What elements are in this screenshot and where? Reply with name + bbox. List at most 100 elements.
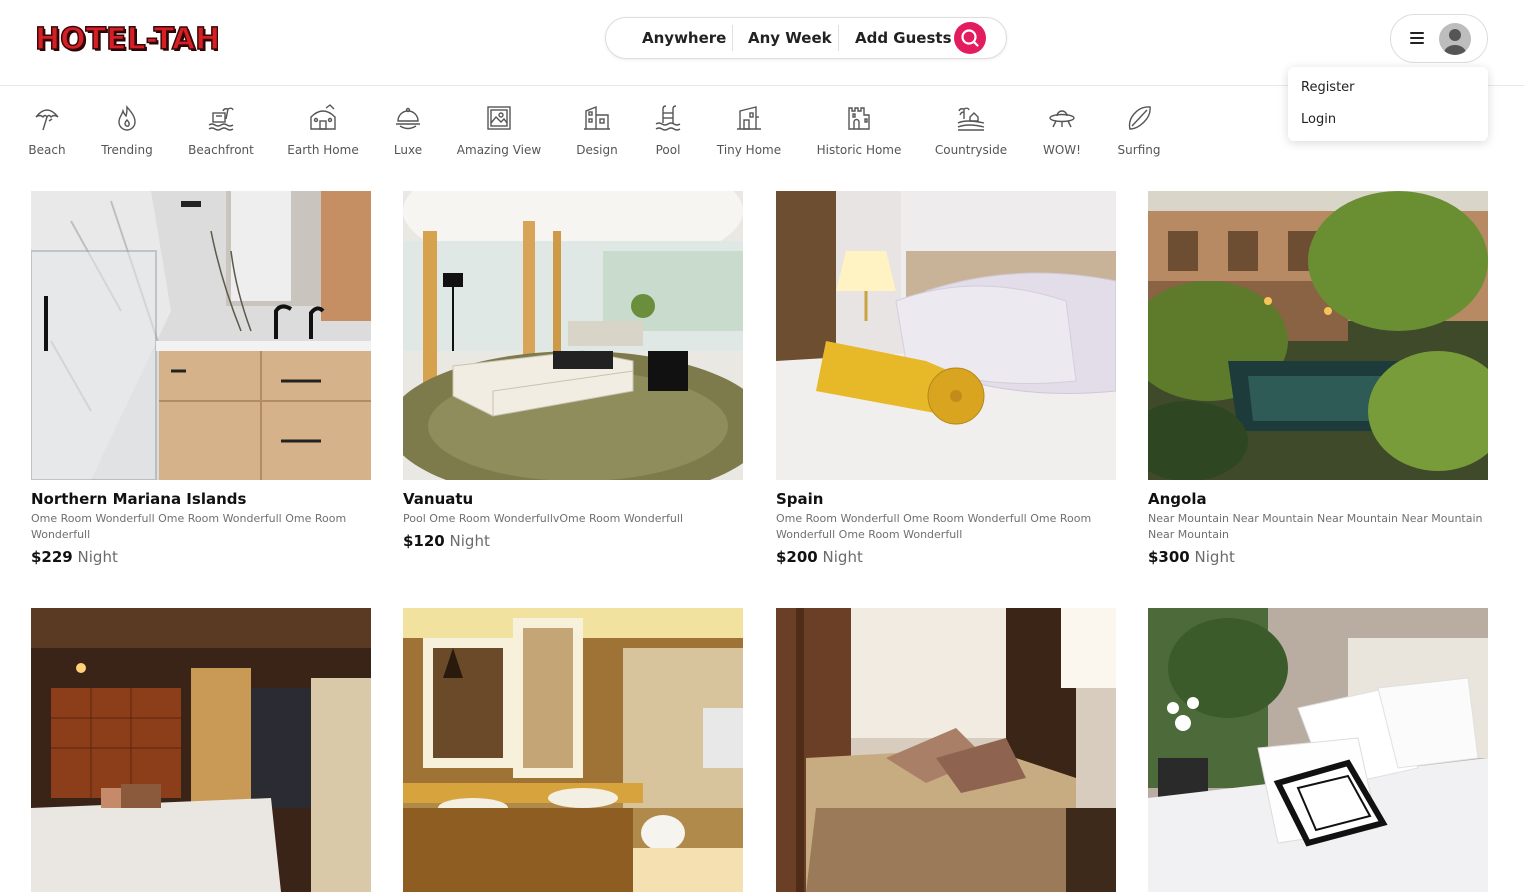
register-menu-item[interactable]: Register	[1301, 80, 1355, 95]
beachfront-icon	[208, 107, 234, 131]
listing-price: $229 Night	[31, 548, 371, 566]
price-unit: Night	[822, 548, 863, 566]
category-amazing-view[interactable]: Amazing View	[456, 103, 542, 163]
bedroom-pillow-photo	[776, 191, 1116, 480]
category-historic-home[interactable]: Historic Home	[814, 103, 904, 163]
category-beachfront[interactable]: Beachfront	[186, 103, 256, 163]
category-design[interactable]: Design	[574, 103, 620, 163]
user-menu-button[interactable]	[1390, 14, 1488, 63]
listing-description: Pool Ome Room WonderfullvOme Room Wonder…	[403, 512, 684, 525]
listing-photo[interactable]	[776, 191, 1116, 480]
search-button[interactable]	[954, 22, 986, 54]
earth-home-icon	[310, 104, 336, 130]
listing-photo[interactable]	[403, 191, 743, 480]
bathroom-photo	[31, 191, 371, 480]
listing-card[interactable]	[403, 608, 743, 892]
hotel-bedroom-photo	[31, 608, 371, 892]
logo-text: HOTEL-TAHA	[35, 22, 218, 57]
logo[interactable]: HOTEL-TAHA HOTEL-TAHA	[34, 18, 246, 60]
menu-icon	[1410, 32, 1424, 45]
category-earth-home[interactable]: Earth Home	[284, 103, 362, 163]
ufo-icon	[1049, 110, 1075, 128]
category-beach[interactable]: Beach	[22, 103, 72, 163]
countryside-icon	[957, 107, 985, 131]
user-avatar-icon	[1444, 29, 1466, 55]
price-amount: $229	[31, 548, 73, 566]
listing-card[interactable]	[776, 608, 1116, 892]
category-label: Earth Home	[287, 143, 359, 157]
search-bar[interactable]: Anywhere Any Week Add Guests	[605, 17, 1007, 59]
category-wow[interactable]: WOW!	[1040, 103, 1084, 163]
listing-photo[interactable]	[403, 608, 743, 892]
price-amount: $120	[403, 532, 445, 550]
user-dropdown-menu: Register Login	[1288, 67, 1488, 141]
flame-icon	[118, 105, 136, 131]
lobby-photo	[403, 191, 743, 480]
listing-card[interactable]: Angola Near Mountain Near Mountain Near …	[1148, 191, 1488, 566]
listing-card[interactable]: Northern Mariana Islands Ome Room Wonder…	[31, 191, 371, 566]
price-unit: Night	[1194, 548, 1235, 566]
category-trending[interactable]: Trending	[98, 103, 156, 163]
listing-photo[interactable]	[776, 608, 1116, 892]
search-divider	[732, 25, 733, 51]
listing-price: $200 Night	[776, 548, 1116, 566]
category-tiny-home[interactable]: Tiny Home	[714, 103, 784, 163]
castle-icon	[848, 107, 870, 130]
listing-card[interactable]	[1148, 608, 1488, 892]
umbrella-icon	[35, 109, 59, 131]
search-icon	[961, 29, 979, 47]
picture-icon	[487, 106, 511, 130]
listing-photo[interactable]	[31, 608, 371, 892]
listing-photo[interactable]	[1148, 608, 1488, 892]
tropical-pool-photo	[1148, 191, 1488, 480]
golden-bathroom-photo	[403, 608, 743, 892]
category-label: Luxe	[393, 143, 423, 157]
design-building-icon	[584, 105, 610, 130]
login-menu-item[interactable]: Login	[1301, 112, 1336, 127]
category-label: Tiny Home	[716, 143, 782, 157]
category-label: Historic Home	[816, 143, 902, 157]
category-pool[interactable]: Pool	[648, 103, 688, 163]
pool-icon	[655, 105, 681, 131]
category-label: Beach	[28, 143, 66, 157]
listing-title: Vanuatu	[403, 490, 474, 508]
price-amount: $300	[1148, 548, 1190, 566]
listing-title: Angola	[1148, 490, 1207, 508]
category-label: Design	[576, 143, 618, 157]
listing-card[interactable]	[31, 608, 371, 892]
category-label: Countryside	[934, 143, 1008, 157]
listing-title: Spain	[776, 490, 824, 508]
listing-card[interactable]: Spain Ome Room Wonderfull Ome Room Wonde…	[776, 191, 1116, 566]
category-label: Trending	[101, 143, 153, 157]
listing-card[interactable]: Vanuatu Pool Ome Room WonderfullvOme Roo…	[403, 191, 743, 550]
category-label: Surfing	[1117, 143, 1161, 157]
search-add-guests[interactable]: Add Guests	[855, 18, 952, 58]
white-bedroom-photo	[1148, 608, 1488, 892]
category-surfing[interactable]: Surfing	[1114, 103, 1164, 163]
surfboard-icon	[1128, 106, 1151, 130]
listing-description: Ome Room Wonderfull Ome Room Wonderfull …	[776, 512, 1092, 541]
search-anywhere[interactable]: Anywhere	[642, 18, 726, 58]
tiny-home-icon	[737, 106, 761, 130]
listing-description: Near Mountain Near Mountain Near Mountai…	[1148, 512, 1483, 541]
search-divider	[838, 25, 839, 51]
listing-title: Northern Mariana Islands	[31, 490, 247, 508]
price-unit: Night	[449, 532, 490, 550]
listing-description: Ome Room Wonderfull Ome Room Wonderfull …	[31, 512, 347, 541]
category-label: Beachfront	[188, 143, 254, 157]
category-label: Amazing View	[456, 143, 542, 157]
listing-photo[interactable]	[1148, 191, 1488, 480]
brown-bedroom-photo	[776, 608, 1116, 892]
listing-photo[interactable]	[31, 191, 371, 480]
category-luxe[interactable]: Luxe	[388, 103, 428, 163]
avatar	[1439, 23, 1471, 55]
category-label: WOW!	[1043, 143, 1081, 157]
price-amount: $200	[776, 548, 818, 566]
category-label: Pool	[655, 143, 681, 157]
price-unit: Night	[77, 548, 118, 566]
category-countryside[interactable]: Countryside	[934, 103, 1008, 163]
cloche-icon	[396, 107, 420, 130]
search-any-week[interactable]: Any Week	[748, 18, 832, 58]
listing-price: $120 Night	[403, 532, 743, 550]
listing-price: $300 Night	[1148, 548, 1488, 566]
